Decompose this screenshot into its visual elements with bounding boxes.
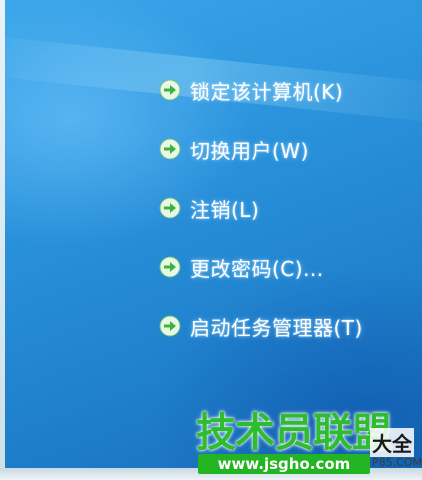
menu-item-task-manager[interactable]: 启动任务管理器(T) — [158, 306, 408, 346]
security-screen: 锁定该计算机(K) 切换用户(W) 注销(L) 更改密码(C)... 启动任务管… — [0, 0, 422, 480]
watermark: 技术员联盟 大全 www.jsgho.com P85.COM — [190, 410, 422, 480]
menu-item-log-off[interactable]: 注销(L) — [158, 188, 408, 228]
menu-item-switch-user[interactable]: 切换用户(W) — [158, 129, 408, 169]
green-arrow-icon — [159, 315, 181, 337]
green-arrow-icon — [159, 256, 181, 278]
menu-item-label: 锁定该计算机(K) — [190, 79, 344, 104]
menu-item-change-password[interactable]: 更改密码(C)... — [158, 247, 408, 287]
security-options-menu: 锁定该计算机(K) 切换用户(W) 注销(L) 更改密码(C)... 启动任务管… — [158, 70, 408, 365]
left-border — [0, 0, 5, 480]
menu-item-label: 更改密码(C)... — [190, 256, 324, 281]
watermark-url: www.jsgho.com — [198, 454, 370, 474]
menu-item-lock-computer[interactable]: 锁定该计算机(K) — [158, 70, 408, 110]
green-arrow-icon — [159, 79, 181, 101]
watermark-url-small: P85.COM — [372, 456, 422, 469]
watermark-title: 技术员联盟 — [196, 410, 392, 456]
green-arrow-icon — [159, 138, 181, 160]
menu-item-label: 启动任务管理器(T) — [190, 315, 363, 340]
menu-item-label: 注销(L) — [190, 197, 260, 222]
menu-item-label: 切换用户(W) — [190, 138, 309, 163]
watermark-suffix: 大全 — [370, 428, 414, 457]
green-arrow-icon — [159, 197, 181, 219]
